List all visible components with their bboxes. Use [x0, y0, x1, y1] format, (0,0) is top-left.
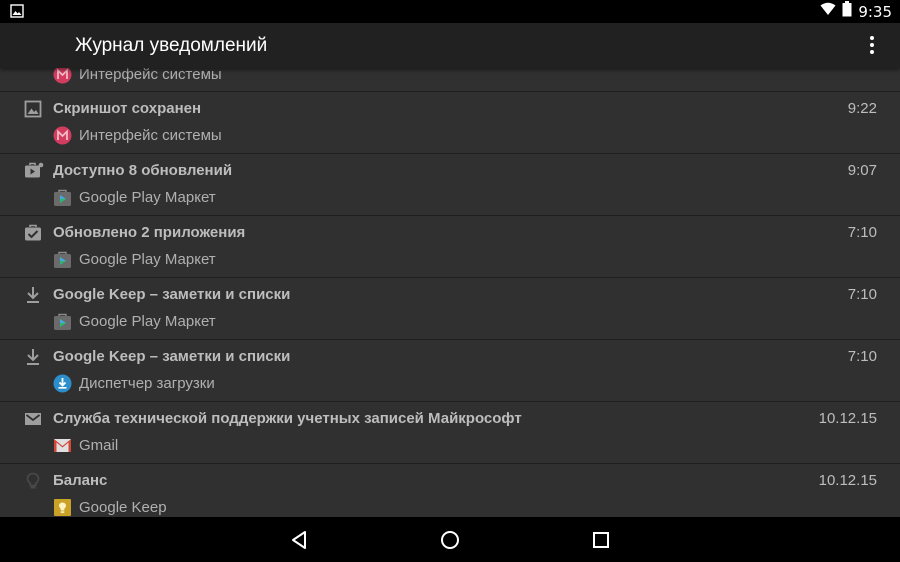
lightbulb-icon	[24, 472, 42, 490]
overflow-menu-icon[interactable]	[860, 33, 884, 57]
notification-time: 9:07	[847, 162, 877, 179]
notification-title: Скриншот сохранен	[53, 100, 202, 117]
keep-icon	[53, 498, 72, 517]
navigation-bar	[0, 517, 900, 562]
notification-app-name: Google Play Маркет	[79, 251, 216, 268]
notification-time: 10.12.15	[818, 472, 877, 489]
notification-row[interactable]: Обновлено 2 приложения 7:10 Google Play Ма…	[0, 216, 900, 278]
battery-icon	[842, 1, 852, 22]
notification-list[interactable]: Интерфейс системы Скриншот сохранен 9:22 Ин…	[0, 61, 900, 517]
notification-time: 7:10	[847, 348, 877, 365]
notification-title: Обновлено 2 приложения	[53, 224, 246, 241]
gmail-icon	[53, 436, 72, 455]
notification-title: Доступно 8 обновлений	[53, 162, 233, 179]
page-title: Журнал уведомлений	[75, 35, 268, 56]
mail-icon	[24, 410, 42, 428]
notification-app-name: Диспетчер загрузки	[79, 375, 215, 392]
wifi-icon	[820, 2, 836, 21]
notification-app-name: Google Play Маркет	[79, 313, 216, 330]
recents-icon[interactable]	[589, 528, 613, 552]
status-bar: 9:35	[0, 0, 900, 23]
notification-time: 9:22	[847, 100, 877, 117]
play-store-icon	[53, 188, 72, 207]
notification-app-name: Google Keep	[79, 499, 167, 516]
notification-title: Google Keep – заметки и списки	[53, 348, 291, 365]
notification-row[interactable]: Служба технической поддержки учетных зап…	[0, 402, 900, 464]
image-notification-icon	[10, 4, 24, 18]
play-store-icon	[53, 312, 72, 331]
notification-time: 10.12.15	[818, 410, 877, 427]
system-ui-icon	[53, 126, 72, 145]
notification-app-name: Интерфейс системы	[79, 127, 222, 144]
notification-title: Баланс	[53, 472, 108, 489]
notification-app-name: Google Play Маркет	[79, 189, 216, 206]
notification-title: Google Keep – заметки и списки	[53, 286, 291, 303]
notification-row[interactable]: Доступно 8 обновлений 9:07 Google Play Мар…	[0, 154, 900, 216]
status-time: 9:35	[858, 2, 892, 21]
updated-check-icon	[24, 224, 42, 242]
play-store-icon	[53, 250, 72, 269]
download-manager-icon	[53, 374, 72, 393]
back-icon[interactable]	[288, 528, 312, 552]
notification-app-name: Интерфейс системы	[79, 66, 222, 83]
home-icon[interactable]	[438, 528, 462, 552]
image-icon	[24, 100, 42, 118]
notification-title: Служба технической поддержки учетных зап…	[53, 410, 522, 427]
notification-app-name: Gmail	[79, 437, 119, 454]
notification-row[interactable]: Баланс 10.12.15 Google Keep	[0, 464, 900, 517]
notification-row[interactable]: Google Keep – заметки и списки 7:10 Диспет…	[0, 340, 900, 402]
notification-time: 7:10	[847, 286, 877, 303]
notification-time: 7:10	[847, 224, 877, 241]
notification-row[interactable]: Google Keep – заметки и списки 7:10 Google…	[0, 278, 900, 340]
download-icon	[24, 348, 42, 366]
notification-row[interactable]: Скриншот сохранен 9:22 Интерфейс системы	[0, 92, 900, 154]
download-icon	[24, 286, 42, 304]
updates-available-icon	[24, 162, 44, 180]
toolbar: Журнал уведомлений	[0, 23, 900, 68]
